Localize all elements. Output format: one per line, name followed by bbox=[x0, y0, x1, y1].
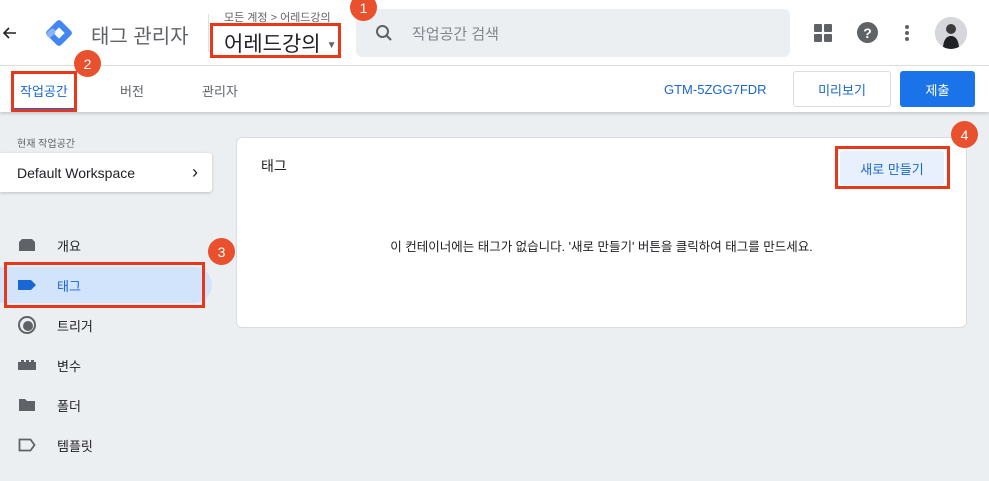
sidebar-item-label: 템플릿 bbox=[57, 438, 93, 454]
more-vert-icon[interactable] bbox=[903, 22, 911, 44]
submit-button[interactable]: 제출 bbox=[900, 71, 975, 107]
sidebar-item-label: 트리거 bbox=[57, 318, 93, 334]
sidebar-item-variables[interactable]: 변수 bbox=[0, 347, 212, 383]
current-workspace-label: 현재 작업공간 bbox=[17, 139, 75, 150]
gtm-logo-icon bbox=[46, 20, 72, 46]
annotation-badge-4: 4 bbox=[951, 121, 978, 148]
workspace-search[interactable]: 작업공간 검색 bbox=[356, 9, 790, 57]
sidebar-item-overview[interactable]: 개요 bbox=[0, 227, 212, 263]
sidebar-item-folders[interactable]: 폴더 bbox=[0, 387, 212, 423]
overview-icon bbox=[17, 235, 37, 255]
header-divider bbox=[208, 14, 209, 52]
sidebar-item-label: 변수 bbox=[57, 358, 81, 374]
annotation-box-new-button bbox=[835, 146, 950, 189]
workspace-selector[interactable]: Default Workspace › bbox=[0, 153, 212, 192]
help-icon[interactable]: ? bbox=[857, 22, 878, 43]
sidebar-item-label: 개요 bbox=[57, 238, 81, 254]
annotation-badge-2: 2 bbox=[74, 50, 101, 77]
tab-versions[interactable]: 버전 bbox=[120, 81, 144, 100]
sidebar-item-label: 폴더 bbox=[57, 398, 81, 414]
chevron-right-icon: › bbox=[192, 162, 198, 182]
annotation-box-workspace-tab bbox=[11, 71, 77, 112]
folder-icon bbox=[17, 395, 37, 415]
template-icon bbox=[17, 435, 37, 455]
annotation-badge-3: 3 bbox=[208, 238, 235, 265]
search-icon bbox=[356, 24, 412, 42]
top-app-bar: 태그 관리자 모든 계정 > 어레드강의 어레드강의 ▼ 작업공간 검색 ? bbox=[0, 0, 989, 66]
annotation-box-tags bbox=[4, 262, 205, 308]
sidebar-item-triggers[interactable]: 트리거 bbox=[0, 307, 212, 343]
sub-navigation: 작업공간 버전 관리자 GTM-5ZGG7FDR 미리보기 제출 bbox=[0, 66, 989, 112]
apps-grid-icon[interactable] bbox=[814, 24, 832, 42]
workspace-name: Default Workspace bbox=[17, 164, 136, 181]
card-title: 태그 bbox=[261, 158, 287, 174]
preview-button[interactable]: 미리보기 bbox=[793, 71, 891, 107]
sidebar-item-templates[interactable]: 템플릿 bbox=[0, 427, 212, 463]
trigger-icon bbox=[17, 315, 37, 335]
search-input[interactable]: 작업공간 검색 bbox=[412, 23, 499, 44]
app-title: 태그 관리자 bbox=[91, 26, 189, 48]
empty-state-message: 이 컨테이너에는 태그가 없습니다. '새로 만들기' 버튼을 클릭하여 태그를… bbox=[390, 240, 813, 254]
avatar[interactable] bbox=[935, 17, 967, 49]
tab-admin[interactable]: 관리자 bbox=[202, 81, 238, 100]
variable-icon bbox=[17, 355, 37, 375]
container-id[interactable]: GTM-5ZGG7FDR bbox=[664, 82, 767, 97]
annotation-box-container bbox=[210, 23, 341, 58]
back-arrow-icon[interactable] bbox=[0, 20, 20, 46]
